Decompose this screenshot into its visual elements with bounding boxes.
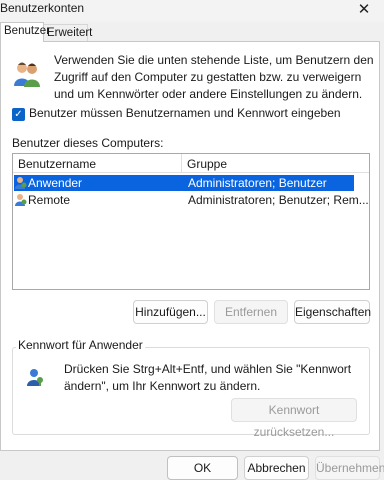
require-login-label[interactable]: Benutzer müssen Benutzernamen und Kennwo…	[29, 106, 341, 120]
users-listview[interactable]: Benutzername Gruppe Anwender Administrat…	[12, 153, 370, 290]
users-icon	[14, 62, 40, 87]
ok-button[interactable]: OK	[167, 456, 238, 480]
remove-user-button[interactable]: Entfernen	[214, 300, 288, 324]
list-item[interactable]: Anwender Administratoren; Benutzer	[14, 175, 354, 191]
properties-button[interactable]: Eigenschaften	[294, 300, 371, 324]
tab-benutzer[interactable]: Benutzer	[0, 22, 50, 42]
list-item[interactable]: Remote Administratoren; Benutzer; Rem...	[14, 192, 369, 208]
close-icon[interactable]: ✕	[354, 0, 374, 18]
user-icon	[15, 194, 27, 206]
tab-strip: Benutzer Erweitert	[0, 22, 384, 42]
row-username: Remote	[28, 193, 71, 207]
apply-button[interactable]: Übernehmen	[315, 456, 384, 480]
add-user-button[interactable]: Hinzufügen...	[133, 300, 208, 324]
list-header: Benutzername Gruppe	[13, 154, 369, 173]
password-group-title: Kennwort für Anwender	[16, 338, 145, 352]
tab-erweitert[interactable]: Erweitert	[44, 24, 92, 42]
column-divider[interactable]	[181, 154, 182, 173]
row-group: Administratoren; Benutzer; Rem...	[188, 193, 369, 207]
users-list-label: Benutzer dieses Computers:	[12, 136, 164, 150]
cancel-button[interactable]: Abbrechen	[244, 456, 309, 480]
column-header-username[interactable]: Benutzername	[18, 157, 96, 171]
reset-password-button[interactable]: Kennwort zurücksetzen...	[231, 398, 357, 439]
password-instructions: Drücken Sie Strg+Alt+Entf, und wählen Si…	[64, 362, 352, 393]
intro-text: Verwenden Sie die unten stehende Liste, …	[54, 53, 374, 101]
window-title: Benutzerkonten	[0, 1, 85, 15]
user-key-icon	[27, 369, 43, 386]
row-username: Anwender	[28, 176, 83, 190]
row-group: Administratoren; Benutzer	[188, 176, 327, 190]
user-icon	[15, 177, 27, 189]
require-login-checkbox[interactable]: ✓	[12, 108, 25, 121]
column-header-group[interactable]: Gruppe	[187, 157, 227, 171]
title-bar: Benutzerkonten ✕	[0, 0, 384, 22]
